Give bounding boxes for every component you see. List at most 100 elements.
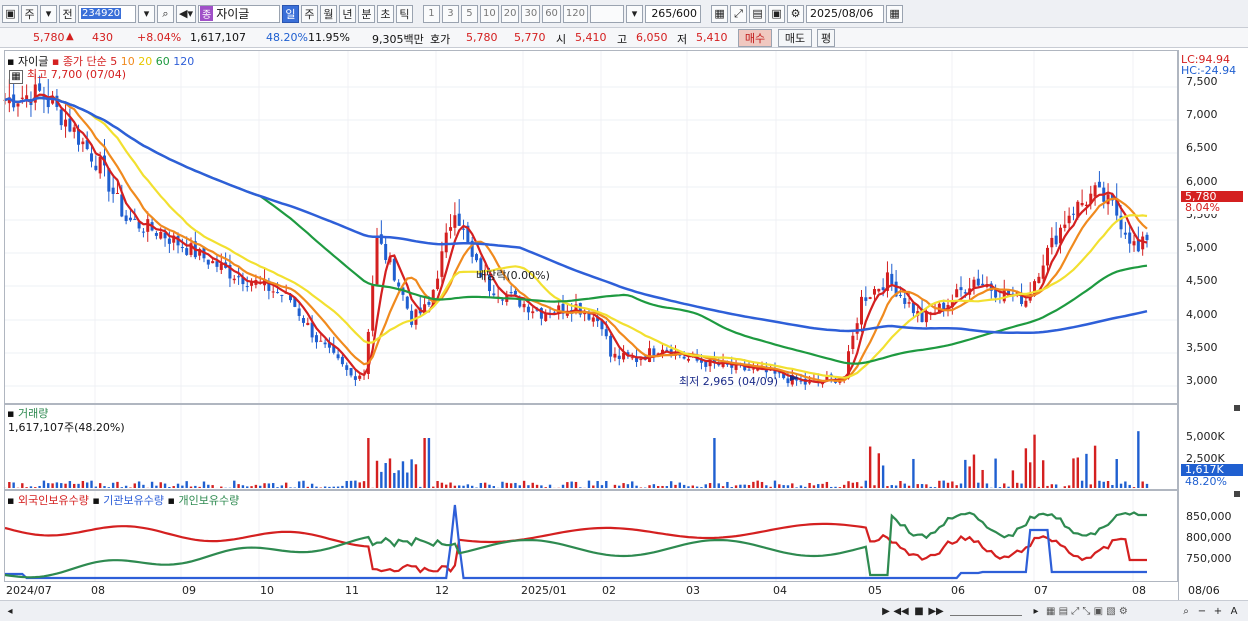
candle-body — [1054, 235, 1058, 245]
volume-bar — [881, 465, 885, 488]
volume-bar — [479, 482, 483, 488]
candle-body — [591, 317, 595, 322]
candle-body — [336, 354, 340, 359]
volume-bar — [492, 486, 496, 488]
volume-bar — [600, 485, 604, 488]
volume-bar — [181, 485, 184, 488]
price-chart-canvas[interactable] — [0, 0, 1248, 621]
ma-line — [4, 93, 1148, 384]
zoom-search-icon[interactable]: ⌕ — [1180, 604, 1192, 618]
volume-bar — [384, 463, 387, 488]
x-axis-label: 05 — [868, 584, 882, 597]
zoom-out-icon[interactable]: − — [1196, 604, 1208, 618]
volume-bar — [55, 482, 59, 488]
volume-bar — [410, 459, 413, 488]
candle-body — [349, 367, 353, 376]
volume-bar — [168, 486, 171, 488]
scroll-left-icon[interactable]: ◂ — [4, 604, 16, 618]
volume-bar — [907, 485, 911, 488]
rewind-icon[interactable]: ◀◀ — [893, 604, 908, 618]
volume-bar — [1106, 480, 1110, 488]
volume-bar — [302, 480, 305, 488]
volume-bar — [877, 453, 881, 488]
volume-bar — [968, 466, 971, 488]
candle-body — [154, 232, 158, 236]
volume-bar — [622, 483, 625, 488]
volume-bar — [964, 459, 967, 488]
candle-body — [462, 228, 466, 230]
volume-bar — [656, 486, 660, 488]
volume-bar — [955, 485, 958, 488]
volume-bar — [1076, 457, 1079, 488]
volume-bar — [233, 480, 236, 488]
volume-bar — [830, 486, 833, 488]
volume-bar — [25, 487, 28, 488]
volume-bar — [306, 486, 310, 488]
font-size-icon[interactable]: A — [1228, 604, 1240, 618]
volume-bar — [51, 483, 54, 488]
dividend-annotation: 배당락(0.00%) — [476, 269, 550, 282]
volume-bar — [60, 483, 63, 488]
volume-bar — [527, 485, 530, 488]
legend-square-icon: ▪ — [7, 55, 15, 68]
candle-body — [1071, 213, 1075, 215]
candle-body — [872, 289, 876, 295]
price-tick-3500: 3,500 — [1186, 341, 1218, 354]
price-tick-7500: 7,500 — [1186, 75, 1218, 88]
volume-bar — [380, 471, 383, 488]
candle-body — [72, 127, 76, 132]
x-axis-label: 11 — [345, 584, 359, 597]
volume-bar — [894, 485, 898, 488]
legend-ma20: 20 — [138, 55, 153, 68]
volume-bar — [1041, 460, 1045, 488]
candle-body — [38, 83, 42, 91]
play-icon[interactable]: ▶ — [880, 604, 892, 618]
grid-toggle-icon[interactable]: ▦ — [9, 70, 23, 84]
volume-bar — [297, 481, 301, 488]
candle-body — [911, 302, 915, 314]
legend-square-icon: ▪ — [92, 494, 100, 507]
tool-icons[interactable]: ▦ ▤ ⤢ ⤡ ▣ ▧ ⚙ — [1046, 604, 1176, 618]
volume-bar — [159, 482, 162, 488]
volume-bar — [263, 483, 266, 488]
candle-body — [652, 348, 656, 356]
volume-bar — [276, 487, 279, 488]
current-pct-tag: 8.04% — [1181, 202, 1243, 214]
volume-bar — [579, 487, 582, 488]
candle-body — [475, 254, 479, 261]
volume-bar — [838, 487, 842, 488]
fast-forward-icon[interactable]: ▶▶ — [928, 604, 943, 618]
candle-body — [972, 279, 976, 288]
candle-body — [903, 298, 907, 304]
volume-bar — [271, 483, 275, 488]
volume-bar — [1111, 485, 1114, 488]
volume-bar — [1102, 481, 1105, 488]
volume-bar — [440, 482, 444, 488]
candle-body — [1141, 236, 1145, 250]
candle-body — [185, 248, 189, 255]
candle-body — [1037, 276, 1041, 284]
volume-bar — [704, 484, 707, 488]
zoom-in-icon[interactable]: + — [1212, 604, 1224, 618]
candle-body — [1067, 215, 1071, 224]
candle-body — [860, 296, 863, 325]
volume-bar — [211, 485, 214, 488]
bottom-nav-bar: ◂ ▶ ◀◀ ■ ▶▶ ▸ ▦ ▤ ⤢ ⤡ ▣ ▧ ⚙ ⌕ − + A — [0, 600, 1248, 621]
candle-body — [955, 289, 959, 298]
stop-icon[interactable]: ■ — [913, 604, 925, 618]
scroll-right-icon[interactable]: ▸ — [1030, 604, 1042, 618]
volume-bar — [1046, 485, 1049, 488]
candle-body — [500, 299, 504, 301]
volume-bar — [241, 485, 245, 488]
volume-bar — [401, 461, 405, 488]
volume-bar — [769, 486, 772, 488]
legend-institution: 기관보유수량 — [103, 494, 165, 507]
candle-body — [786, 378, 790, 384]
volume-bar — [782, 485, 785, 488]
volume-bar — [423, 438, 426, 488]
zoom-slider[interactable] — [950, 606, 1022, 616]
volume-bar — [185, 481, 188, 488]
volume-bar — [825, 481, 829, 488]
candle-body — [237, 276, 241, 278]
volume-bar — [734, 485, 738, 488]
